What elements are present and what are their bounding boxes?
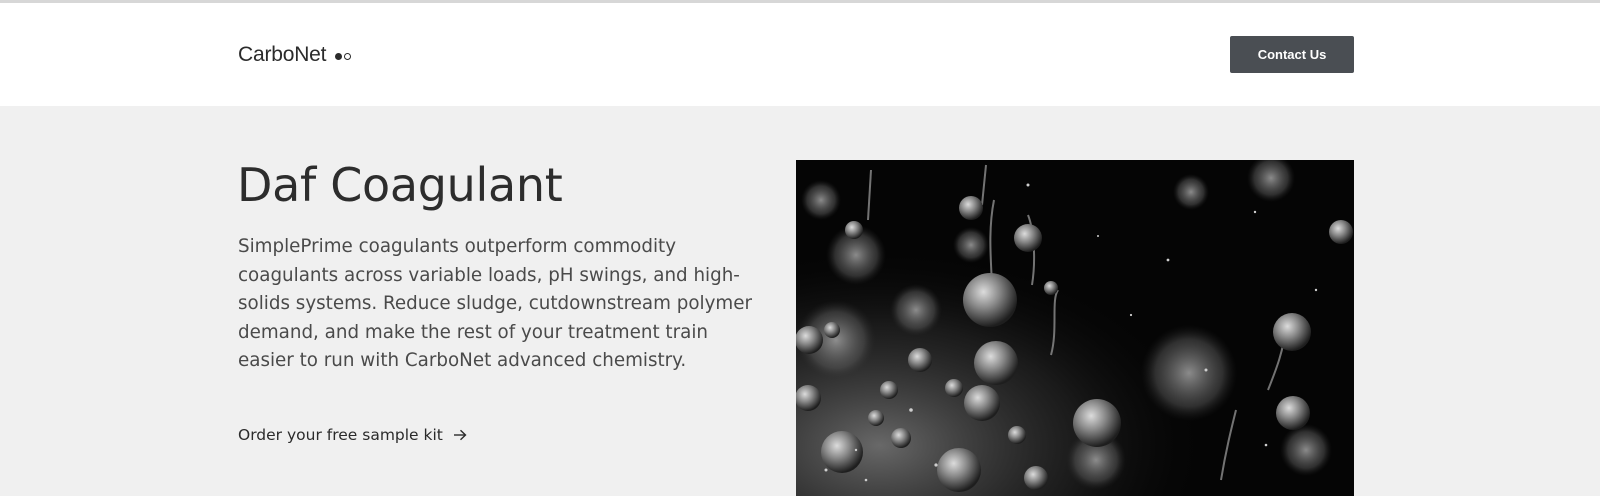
hero-description: SimplePrime coagulants outperform commod… bbox=[238, 233, 753, 376]
page-title: Daf Coagulant bbox=[237, 158, 563, 212]
description-line: SimplePrime coagulants outperform commod… bbox=[238, 236, 677, 257]
contact-us-button[interactable]: Contact Us bbox=[1230, 36, 1354, 73]
hero-section: Daf Coagulant SimplePrime coagulants out… bbox=[0, 106, 1600, 496]
description-line: solids systems. Reduce sludge, cutdownst… bbox=[238, 293, 753, 314]
hero-image bbox=[796, 160, 1354, 496]
logo[interactable]: CarboNet bbox=[238, 43, 352, 67]
logo-dot-hollow bbox=[344, 52, 352, 60]
logo-mark-icon bbox=[335, 52, 352, 60]
order-sample-kit-label: Order your free sample kit bbox=[238, 426, 443, 444]
order-sample-kit-link[interactable]: Order your free sample kit bbox=[238, 426, 467, 444]
description-line: easier to run with CarboNet advanced che… bbox=[238, 350, 687, 371]
arrow-right-icon bbox=[453, 429, 467, 441]
logo-text: CarboNet bbox=[238, 43, 327, 66]
site-header: CarboNet Contact Us bbox=[0, 3, 1600, 106]
description-line: coagulants across variable loads, pH swi… bbox=[238, 264, 740, 286]
description-line: demand, and make the rest of your treatm… bbox=[238, 321, 708, 343]
logo-dot-filled bbox=[335, 52, 343, 60]
